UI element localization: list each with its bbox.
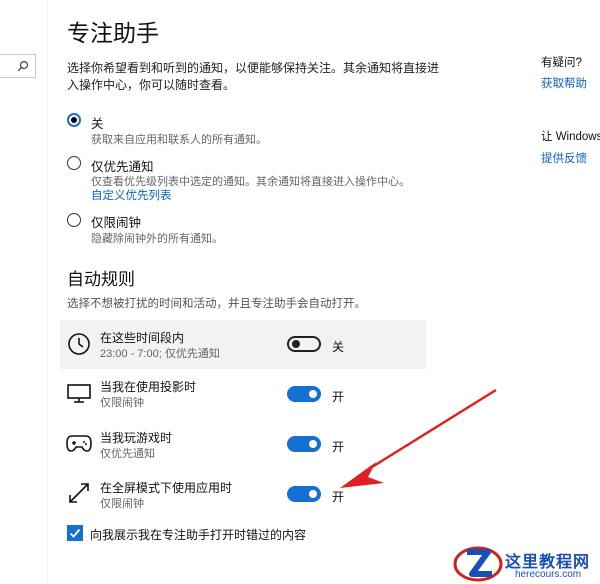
watermark-logo-icon [453, 546, 503, 582]
annotation-arrow [340, 388, 497, 488]
watermark-url: herecours.com [515, 569, 582, 580]
